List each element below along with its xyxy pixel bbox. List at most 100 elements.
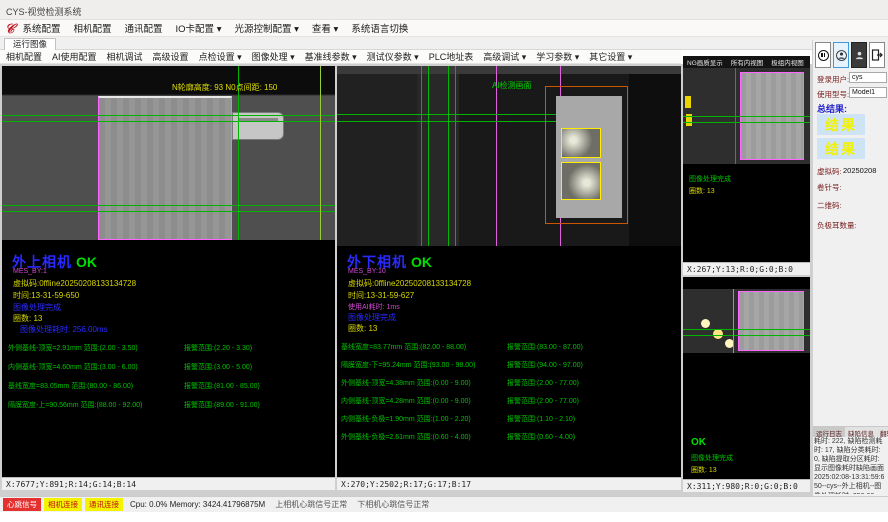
pixel-coordinate-status: X:7677;Y:891;R:14;G:14;B:14 <box>2 477 335 490</box>
tab-cell-inner-view[interactable]: 极组内视图 <box>771 57 804 67</box>
tool-camera-debug[interactable]: 相机调试 <box>107 50 143 63</box>
alarm-range: 报警范围:(1.10 - 2.10) <box>507 414 575 424</box>
mes-line: MES_BY:10 <box>348 268 386 275</box>
measurement-value: 外侧基线-顶宽=2.91mm 范围:(2.00 - 3.50) <box>8 345 138 352</box>
menu-view[interactable]: 查看 ▾ <box>312 21 338 35</box>
user-gear-icon <box>854 50 865 61</box>
camera-text-upper: 外上相机OK MES_BY:1 虚拟码:0ffline2025020813313… <box>2 240 335 477</box>
user-settings-button[interactable] <box>851 42 867 68</box>
measure-line <box>683 335 810 336</box>
measurement-row: 内侧基线-负极=1.90mm 范围:(1.00 - 2.20) 报警范围:(1.1… <box>341 414 685 424</box>
user-login-button[interactable] <box>833 42 849 68</box>
result-badge-lower: 结果 <box>817 138 865 159</box>
tool-plc-address[interactable]: PLC地址表 <box>429 50 474 63</box>
tool-advanced-settings[interactable]: 高级设置 <box>153 50 189 63</box>
menu-light-config[interactable]: 光源控制配置 ▾ <box>234 21 298 35</box>
exit-button[interactable] <box>869 42 885 68</box>
toolbar: 相机配置 AI使用配置 相机调试 高级设置 点检设置 ▾ 图像处理 ▾ 基准线参… <box>0 50 681 64</box>
loop-count-line: 圈数: 13 <box>689 186 715 196</box>
tool-ai-config[interactable]: AI使用配置 <box>52 50 97 63</box>
measurement-value: 内侧基线-负极=1.90mm 范围:(1.00 - 2.20) <box>341 416 471 423</box>
measurement-value: 基线宽度=83.77mm 范围:(82.00 - 88.00) <box>341 344 466 351</box>
alarm-range: 报警范围:(3.00 - 5.00) <box>184 362 252 372</box>
roi-part-box <box>738 291 804 351</box>
edge-line <box>496 66 497 246</box>
virtual-code-line: 虚拟码:0ffline20250208133134728 <box>348 278 471 289</box>
result-ok: OK <box>411 254 432 270</box>
virtual-code-line: 虚拟码:0ffline20250208133134728 <box>13 278 136 289</box>
measurement-value: 内侧基线-顶宽=4.28mm 范围:(0.00 - 9.00) <box>341 398 471 405</box>
tool-spot-check[interactable]: 点检设置 ▾ <box>199 50 242 63</box>
tab-row: 运行图像 <box>0 37 888 50</box>
sidebar: 登录用户: 使用型号: 总结果: 结果 结果 虚拟码: 20250208 卷针号… <box>812 40 888 496</box>
edge-line <box>455 66 456 246</box>
measurement-value: 隔膜宽度-下=95.24mm 范围:(93.00 - 98.00) <box>341 362 475 369</box>
pause-button[interactable] <box>815 42 831 68</box>
titlebar: CYS-视觉检测系统 <box>0 0 888 20</box>
menubar: 𝒞 系统配置 相机配置 通讯配置 IO卡配置 ▾ 光源控制配置 ▾ 查看 ▾ 系… <box>0 20 888 37</box>
alarm-range: 报警范围:(94.00 - 97.00) <box>507 360 583 370</box>
negative-tab-count-label: 负极耳数量: <box>817 220 857 231</box>
log-tabs: 运行日志 缺陷信息 翻转信息 <box>813 426 888 437</box>
lower-camera-heartbeat-status: 下相机心跳信号正常 <box>357 499 429 510</box>
tab-run-image[interactable]: 运行图像 <box>4 38 56 50</box>
measure-line <box>337 114 561 115</box>
tool-tester-params[interactable]: 测试仪参数 ▾ <box>367 50 419 63</box>
process-done-line: 图像处理完成 <box>348 312 396 323</box>
measurement-row: 内侧基线-顶宽=4.60mm 范围:(3.00 - 6.00) 报警范围:(3.0… <box>8 362 341 372</box>
loop-count-line: 圈数: 13 <box>691 465 717 475</box>
flip-view-image[interactable] <box>683 289 810 353</box>
machine-detail <box>337 66 681 74</box>
tab-all-inner-view[interactable]: 所有内视图 <box>731 57 764 67</box>
camera-text-lower: 外下相机OK MES_BY:10 虚拟码:0ffline202502081331… <box>337 246 681 477</box>
ng-view-tabs: NG画质显示 所有内视图 极组内视图 <box>683 56 810 68</box>
process-done-line: 图像处理完成 <box>691 453 733 463</box>
process-done-line: 图像处理完成 <box>689 174 731 184</box>
menu-system-config[interactable]: 系统配置 <box>22 21 60 35</box>
measurement-value: 内侧基线-顶宽=4.60mm 范围:(3.00 - 6.00) <box>8 364 138 371</box>
alarm-range: 报警范围:(89.00 - 91.00) <box>184 400 260 410</box>
camera-panel-upper: N轮廓高度: 93 N0点间距: 150 外上相机OK MES_BY:1 虚拟码… <box>2 66 335 490</box>
alarm-range: 报警范围:(81.00 - 85.00) <box>184 381 260 391</box>
ng-view-image[interactable] <box>683 68 810 164</box>
measure-line <box>683 122 810 123</box>
flip-view-text: OK 图像处理完成 圈数: 13 <box>683 353 810 479</box>
tab-ng-display[interactable]: NG画质显示 <box>687 57 723 67</box>
tab-defect-info[interactable]: 缺陷信息 <box>845 427 877 437</box>
measure-line <box>2 121 335 122</box>
menu-io-config[interactable]: IO卡配置 ▾ <box>176 21 222 35</box>
measurement-row: 外侧基线-顶宽=2.91mm 范围:(2.00 - 3.50)报警范围:(2.2… <box>8 343 341 353</box>
loop-count-line: 圈数: 13 <box>13 313 42 324</box>
pause-icon <box>818 50 829 61</box>
measurement-row: 内侧基线-顶宽=4.28mm 范围:(0.00 - 9.00)报警范围:(2.0… <box>341 396 685 406</box>
alarm-range: 报警范围:(83.00 - 87.00) <box>507 342 583 352</box>
menu-comm-config[interactable]: 通讯配置 <box>125 21 163 35</box>
measurement-value: 外侧基线-顶宽=4.38mm 范围:(0.00 - 9.00) <box>341 380 471 387</box>
tool-other-settings[interactable]: 其它设置 ▾ <box>589 50 632 63</box>
measurement-value: 外侧基线-负极=2.61mm 范围:(0.60 - 4.00) <box>341 434 471 441</box>
tool-advanced-debug[interactable]: 高级调试 ▾ <box>483 50 526 63</box>
camera-image-upper[interactable]: N轮廓高度: 93 N0点间距: 150 <box>2 66 335 240</box>
tab-run-log[interactable]: 运行日志 <box>813 427 845 437</box>
tab-flip-info[interactable]: 翻转信息 <box>877 427 888 437</box>
tool-camera-config[interactable]: 相机配置 <box>6 50 42 63</box>
user-icon <box>836 50 847 61</box>
measurement-row: 隔膜宽度-上=90.56mm 范围:(88.00 - 92.00)报警范围:(8… <box>8 400 341 410</box>
camera-panel-lower: AI检测画面 外下相机OK MES_BY:10 虚拟码:0ffline20250… <box>337 66 681 490</box>
edge-line <box>448 66 449 246</box>
measurement-row: 外侧基线-顶宽=4.38mm 范围:(0.00 - 9.00)报警范围:(2.0… <box>341 378 685 388</box>
tool-image-processing[interactable]: 图像处理 ▾ <box>252 50 295 63</box>
tool-learning-params[interactable]: 学习参数 ▾ <box>536 50 579 63</box>
roi-orange-box <box>545 86 628 224</box>
model-label: 使用型号: <box>817 89 849 100</box>
camera-image-lower[interactable]: AI检测画面 <box>337 66 681 246</box>
pixel-coordinate-status: X:270;Y:2502;R:17;G:17;B:17 <box>337 477 681 490</box>
menu-camera-config[interactable]: 相机配置 <box>74 21 112 35</box>
tool-baseline-params[interactable]: 基准线参数 ▾ <box>305 50 357 63</box>
model-input[interactable] <box>849 87 887 98</box>
login-user-label: 登录用户: <box>817 74 849 85</box>
menu-language-switch[interactable]: 系统语言切换 <box>351 21 408 35</box>
part-clip <box>232 112 284 140</box>
login-user-input[interactable] <box>849 72 887 83</box>
run-log-text[interactable]: 耗时: 222, 缺陷检测耗时: 17, 缺陷分类耗时: 0, 缺陷提取分区耗时… <box>814 437 886 494</box>
